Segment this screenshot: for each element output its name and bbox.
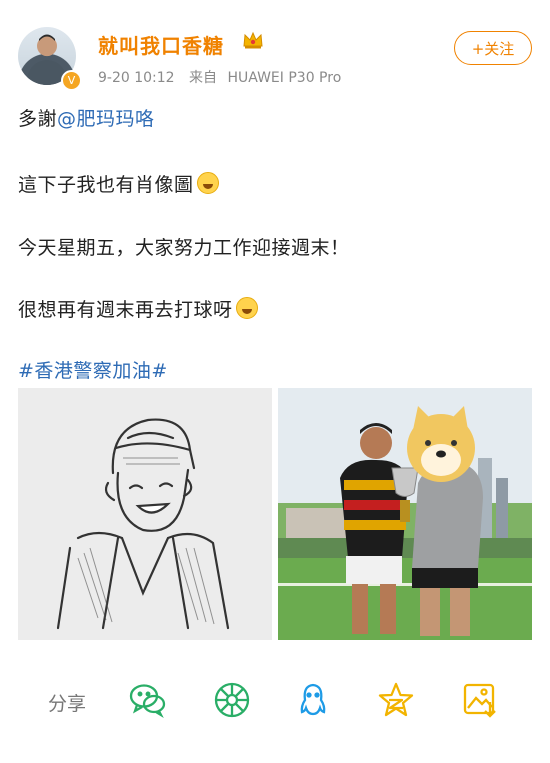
thanks-text: 多謝: [18, 108, 58, 130]
mention-link[interactable]: @肥玛玛咯: [57, 108, 155, 130]
portrait-text: 這下子我也有肖像圖: [18, 174, 194, 196]
rugby-trophy-photo[interactable]: [278, 388, 532, 640]
device-name: HUAWEI P30 Pro: [227, 70, 342, 86]
verified-badge-icon: V: [61, 70, 82, 91]
post-line-thanks: 多謝@肥玛玛咯: [18, 104, 155, 131]
laugh-cry-emoji-icon: [235, 297, 258, 319]
timestamp: 9-20 10:12: [98, 70, 175, 86]
share-bar: 分享: [0, 672, 550, 732]
portrait-sketch-image[interactable]: [18, 388, 272, 640]
username[interactable]: 就叫我口香糖: [98, 30, 224, 59]
save-image-icon[interactable]: [460, 680, 500, 720]
post-meta: 9-20 10:12 来自 HUAWEI P30 Pro: [98, 67, 341, 87]
post-line-portrait: 這下子我也有肖像圖: [18, 170, 219, 197]
qq-icon[interactable]: [293, 680, 333, 720]
post-header: V 就叫我口香糖 9-20 10:12 来自 HUAWEI P30 Pro +关…: [18, 25, 532, 91]
hashtag-link[interactable]: #香港警察加油#: [18, 356, 168, 383]
post-line-friday: 今天星期五，大家努力工作迎接週末！: [18, 237, 350, 259]
weekend-text: 很想再有週末再去打球呀: [18, 299, 233, 321]
crown-icon: [242, 30, 264, 55]
source-prefix: 来自: [189, 70, 218, 86]
post-line-weekend: 很想再有週末再去打球呀: [18, 295, 258, 322]
moments-icon[interactable]: [212, 680, 252, 720]
qzone-star-icon[interactable]: [376, 680, 416, 720]
grin-emoji-icon: [196, 172, 219, 194]
share-label: 分享: [48, 693, 87, 715]
follow-button[interactable]: +关注: [454, 31, 532, 65]
wechat-icon[interactable]: [128, 680, 168, 720]
